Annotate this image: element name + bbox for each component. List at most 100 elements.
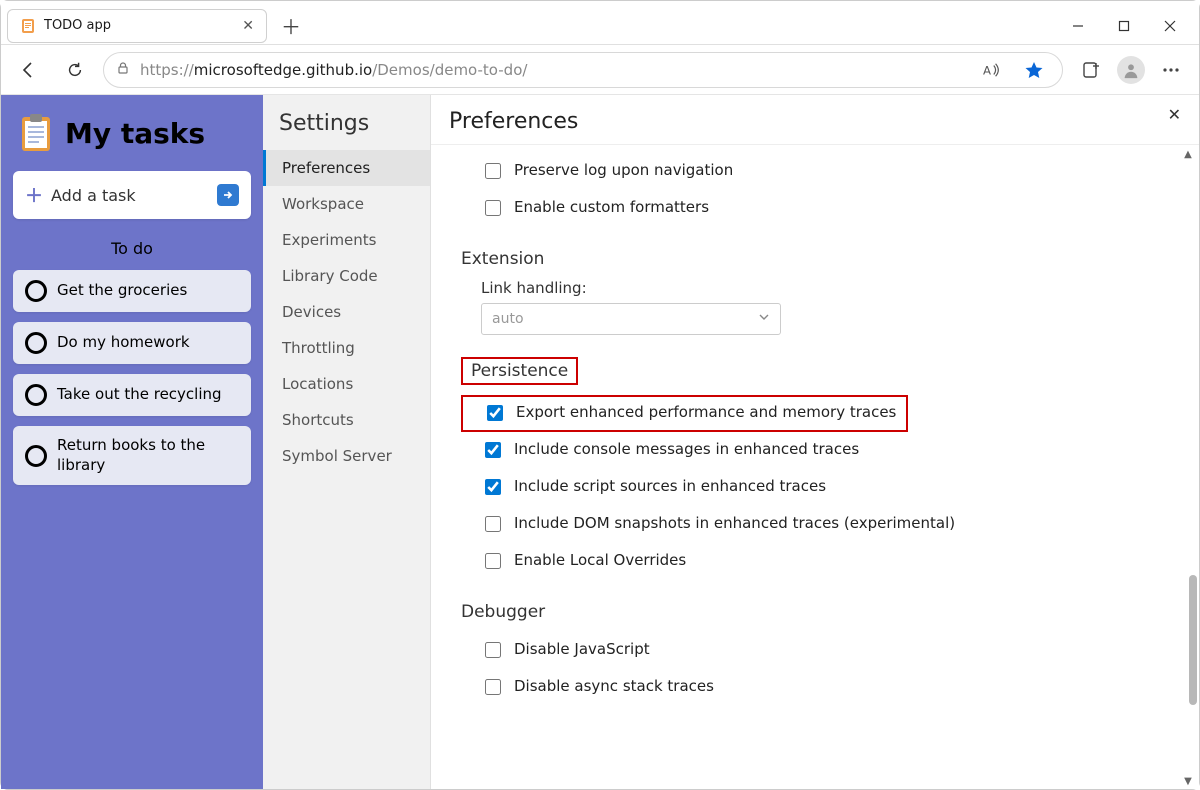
svg-text:A: A [983,63,991,77]
persistence-checkbox-1[interactable] [485,442,501,458]
persistence-check-3[interactable]: Include DOM snapshots in enhanced traces… [461,506,1169,543]
favorite-icon[interactable] [1018,54,1050,86]
persistence-check-1[interactable]: Include console messages in enhanced tra… [461,432,1169,469]
top-checkbox-0[interactable] [485,163,501,179]
new-tab-button[interactable]: ＋ [275,10,307,42]
persistence-check-2[interactable]: Include script sources in enhanced trace… [461,469,1169,506]
close-button[interactable] [1147,10,1193,42]
add-task-input[interactable]: ＋ Add a task [13,171,251,219]
panel-title: Preferences [449,109,1199,134]
task-card[interactable]: Return books to the library [13,426,251,485]
app-sidebar: My tasks ＋ Add a task To do Get the groc… [1,95,263,789]
tab-title: TODO app [44,18,234,33]
reload-button[interactable] [57,52,93,88]
link-handling-value: auto [492,311,524,327]
settings-item-experiments[interactable]: Experiments [263,222,430,258]
task-list: Get the groceries Do my homework Take out … [13,270,251,485]
task-card[interactable]: Do my homework [13,322,251,364]
back-button[interactable] [11,52,47,88]
section-persistence: Persistence [461,357,578,385]
persistence-checkbox-4[interactable] [485,553,501,569]
app-title-row: My tasks [13,113,251,153]
settings-item-workspace[interactable]: Workspace [263,186,430,222]
persistence-label-2: Include script sources in enhanced trace… [514,477,826,495]
link-handling-select[interactable]: auto [481,303,781,335]
scrollbar-thumb[interactable] [1189,575,1197,705]
persistence-checkbox-0[interactable] [487,405,503,421]
settings-sidebar: Settings PreferencesWorkspaceExperiments… [263,95,431,789]
task-text: Return books to the library [57,436,239,475]
settings-item-symbol-server[interactable]: Symbol Server [263,438,430,474]
url-path: /Demos/demo-to-do/ [372,61,527,79]
more-menu-icon[interactable] [1153,52,1189,88]
debugger-checkbox-0[interactable] [485,642,501,658]
persistence-check-0[interactable]: Export enhanced performance and memory t… [461,395,908,432]
task-card[interactable]: Get the groceries [13,270,251,312]
profile-avatar[interactable] [1117,56,1145,84]
scroll-up-icon[interactable]: ▲ [1181,147,1195,161]
section-debugger: Debugger [461,602,1169,622]
clipboard-icon [19,113,53,153]
lock-icon [116,61,130,79]
top-check-1[interactable]: Enable custom formatters [461,190,1169,227]
task-checkbox-icon[interactable] [25,332,47,354]
app-title: My tasks [65,117,205,150]
settings-item-library-code[interactable]: Library Code [263,258,430,294]
add-task-label: Add a task [51,186,136,205]
url-text: https://microsoftedge.github.io/Demos/de… [140,61,966,79]
url-host: microsoftedge.github.io [194,61,372,79]
browser-toolbar: https://microsoftedge.github.io/Demos/de… [1,45,1199,95]
tab-close-icon[interactable]: ✕ [242,18,254,34]
preferences-panel: ✕ Preferences ▲ Preserve log upon naviga… [431,95,1199,789]
debugger-check-0[interactable]: Disable JavaScript [461,632,1169,669]
scroll-down-icon[interactable]: ▼ [1181,774,1195,788]
debugger-label-0: Disable JavaScript [514,640,650,658]
settings-item-locations[interactable]: Locations [263,366,430,402]
debugger-label-1: Disable async stack traces [514,677,714,695]
preferences-scroll[interactable]: ▲ Preserve log upon navigation Enable cus… [431,144,1199,789]
persistence-label-0: Export enhanced performance and memory t… [516,403,896,421]
content-area: My tasks ＋ Add a task To do Get the groc… [1,95,1199,789]
persistence-checkbox-3[interactable] [485,516,501,532]
persistence-checkbox-2[interactable] [485,479,501,495]
settings-title: Settings [279,111,430,136]
collections-icon[interactable] [1073,52,1109,88]
task-checkbox-icon[interactable] [25,445,47,467]
task-text: Do my homework [57,333,190,353]
debugger-check-1[interactable]: Disable async stack traces [461,669,1169,706]
section-extension: Extension [461,249,1169,269]
read-aloud-icon[interactable]: A [976,54,1008,86]
task-text: Get the groceries [57,281,187,301]
plus-icon: ＋ [25,182,43,208]
link-handling-label: Link handling: [481,279,1169,297]
debugger-checkbox-1[interactable] [485,679,501,695]
task-card[interactable]: Take out the recycling [13,374,251,416]
minimize-button[interactable] [1055,10,1101,42]
settings-item-preferences[interactable]: Preferences [263,150,430,186]
panel-close-icon[interactable]: ✕ [1168,105,1181,124]
persistence-check-4[interactable]: Enable Local Overrides [461,543,1169,580]
top-check-0[interactable]: Preserve log upon navigation [461,153,1169,190]
persistence-label-1: Include console messages in enhanced tra… [514,440,859,458]
favicon-icon [20,18,36,34]
browser-tab[interactable]: TODO app ✕ [7,9,267,43]
tab-strip: TODO app ✕ ＋ [1,1,1199,45]
task-checkbox-icon[interactable] [25,280,47,302]
window-controls [1055,10,1193,42]
top-checkbox-1[interactable] [485,200,501,216]
settings-item-shortcuts[interactable]: Shortcuts [263,402,430,438]
settings-item-throttling[interactable]: Throttling [263,330,430,366]
address-bar[interactable]: https://microsoftedge.github.io/Demos/de… [103,52,1063,88]
chevron-down-icon [758,311,770,327]
maximize-button[interactable] [1101,10,1147,42]
persistence-label-3: Include DOM snapshots in enhanced traces… [514,514,955,532]
task-text: Take out the recycling [57,385,222,405]
task-checkbox-icon[interactable] [25,384,47,406]
submit-arrow-icon[interactable] [217,184,239,206]
persistence-label-4: Enable Local Overrides [514,551,686,569]
settings-item-devices[interactable]: Devices [263,294,430,330]
top-label-0: Preserve log upon navigation [514,161,733,179]
url-proto: https:// [140,61,194,79]
top-label-1: Enable custom formatters [514,198,709,216]
todo-section-label: To do [13,239,251,258]
